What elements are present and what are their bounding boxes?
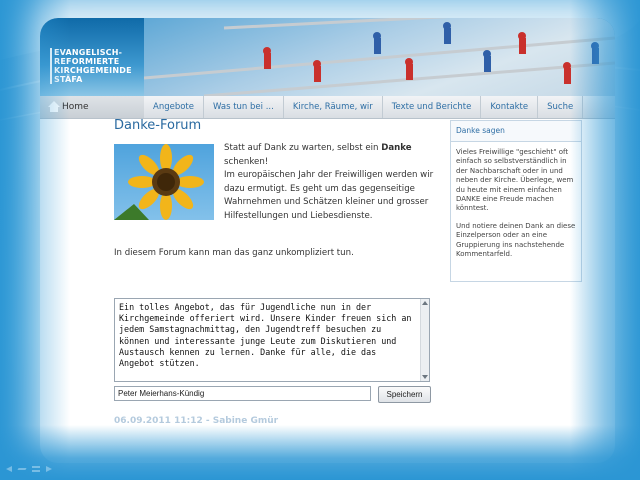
nav-tab-was-tun-bei[interactable]: Was tun bei ... — [204, 96, 284, 118]
sidebar-box: Danke sagen Vieles Freiwillige "geschieh… — [450, 120, 582, 282]
nav-tabs: Angebote Was tun bei ... Kirche, Räume, … — [144, 96, 584, 118]
scroll-up-icon[interactable] — [422, 301, 428, 305]
save-button[interactable]: Speichern — [378, 386, 431, 403]
nav-tab-kirche-raeume-wir[interactable]: Kirche, Räume, wir — [284, 96, 383, 118]
back-icon[interactable] — [6, 466, 12, 472]
site-header: EVANGELISCH- REFORMIERTE KIRCHGEMEINDE S… — [40, 18, 615, 96]
edit-icon[interactable] — [17, 468, 27, 470]
name-input[interactable]: Peter Meierhans-Kündig — [114, 386, 371, 401]
comment-text: Ein tolles Angebot, das für Jugendliche … — [119, 302, 412, 369]
main-navigation: Home Angebote Was tun bei ... Kirche, Rä… — [40, 96, 615, 119]
nav-tab-angebote[interactable]: Angebote — [144, 96, 204, 118]
page-title: Danke-Forum — [114, 118, 202, 133]
foosball-banner-image — [144, 18, 615, 96]
forward-icon[interactable] — [46, 466, 52, 472]
intro-text: Statt auf Dank zu warten, selbst ein Dan… — [224, 143, 434, 221]
left-fade-overlay — [0, 0, 70, 480]
forum-description: In diesem Forum kann man das ganz unkomp… — [114, 248, 354, 258]
main-content: Danke-Forum Statt auf Dank zu warten, se… — [114, 118, 444, 258]
menu-icon[interactable] — [32, 466, 40, 472]
sunflower-image — [114, 144, 214, 220]
bottom-toolbar — [6, 466, 52, 476]
nav-tab-kontakte[interactable]: Kontakte — [481, 96, 539, 118]
bottom-fade-overlay — [0, 425, 640, 480]
comment-textarea[interactable]: Ein tolles Angebot, das für Jugendliche … — [114, 298, 430, 382]
textarea-scrollbar[interactable] — [420, 299, 429, 381]
right-fade-overlay — [570, 0, 640, 480]
sidebar-heading: Danke sagen — [451, 121, 581, 142]
sidebar-text-1: Vieles Freiwillige "geschieht" oft einfa… — [456, 148, 574, 213]
sidebar-text-2: Und notiere deinen Dank an diese Einzelp… — [456, 221, 576, 259]
scroll-down-icon[interactable] — [422, 375, 428, 379]
nav-tab-texte-und-berichte[interactable]: Texte und Berichte — [383, 96, 482, 118]
